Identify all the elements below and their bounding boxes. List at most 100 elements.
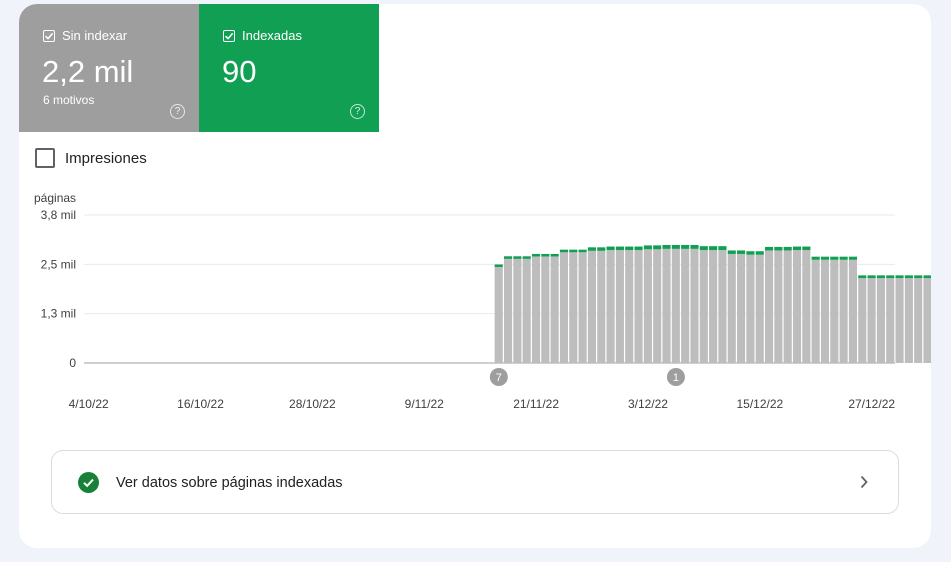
bar-not-indexed bbox=[811, 259, 820, 363]
bar-not-indexed bbox=[597, 250, 606, 363]
bar-indexed bbox=[895, 275, 904, 279]
bar-indexed bbox=[848, 256, 858, 260]
pages-chart: páginas 3,8 mil 2,5 mil 1,3 mil 0 4/10/22 16/1… bbox=[34, 191, 931, 411]
not-indexed-tile[interactable]: Sin indexar 2,2 mil 6 motivos ? bbox=[19, 4, 199, 132]
not-indexed-reasons: 6 motivos bbox=[43, 93, 95, 107]
x-tick-label: 9/11/22 bbox=[405, 397, 444, 411]
bar-indexed bbox=[839, 256, 848, 260]
bar-not-indexed bbox=[876, 278, 885, 363]
indexed-tile[interactable]: Indexadas 90 ? bbox=[199, 4, 379, 132]
indexed-header[interactable]: Indexadas bbox=[223, 28, 302, 43]
bar-indexed bbox=[690, 244, 699, 249]
bar-not-indexed bbox=[895, 278, 904, 363]
not-indexed-label: Sin indexar bbox=[62, 28, 128, 43]
bar-indexed bbox=[494, 264, 503, 267]
bar-not-indexed bbox=[550, 255, 559, 363]
check-circle-icon bbox=[78, 472, 99, 493]
bar-indexed bbox=[587, 247, 597, 251]
bar-indexed bbox=[550, 253, 559, 257]
bar-indexed bbox=[904, 275, 913, 279]
bar-indexed bbox=[802, 246, 811, 251]
view-indexed-pages-label: Ver datos sobre páginas indexadas bbox=[116, 475, 343, 491]
bar-not-indexed bbox=[653, 249, 662, 363]
bar-indexed bbox=[513, 256, 522, 259]
checkbox-unchecked-icon[interactable] bbox=[35, 148, 55, 168]
bar-not-indexed bbox=[625, 250, 634, 363]
bar-not-indexed bbox=[774, 250, 783, 363]
bar-indexed bbox=[718, 246, 727, 251]
bar-not-indexed bbox=[718, 250, 727, 363]
bar-not-indexed bbox=[746, 254, 755, 363]
help-icon[interactable]: ? bbox=[170, 104, 185, 119]
bar-indexed bbox=[923, 275, 931, 279]
bar-not-indexed bbox=[858, 278, 867, 363]
bar-indexed bbox=[886, 275, 895, 279]
checkbox-checked-icon[interactable] bbox=[43, 29, 55, 42]
bar-not-indexed bbox=[783, 250, 792, 363]
y-tick-label: 3,8 mil bbox=[41, 208, 76, 222]
bar-not-indexed bbox=[755, 254, 764, 363]
index-coverage-card: Sin indexar 2,2 mil 6 motivos ? Indexada… bbox=[19, 4, 931, 548]
view-indexed-pages-link[interactable]: Ver datos sobre páginas indexadas bbox=[51, 450, 899, 514]
bar-indexed bbox=[914, 275, 923, 279]
bar-indexed bbox=[820, 256, 830, 260]
bar-not-indexed bbox=[531, 255, 541, 363]
y-tick-label: 2,5 mil bbox=[41, 257, 76, 271]
not-indexed-header[interactable]: Sin indexar bbox=[43, 28, 127, 43]
bar-indexed bbox=[867, 275, 876, 279]
x-tick-label: 16/10/22 bbox=[177, 397, 224, 411]
indexed-value: 90 bbox=[222, 54, 257, 89]
bar-not-indexed bbox=[830, 259, 839, 363]
bar-not-indexed bbox=[764, 250, 774, 363]
bar-indexed bbox=[578, 249, 587, 253]
impressions-toggle[interactable]: Impresiones bbox=[35, 148, 147, 168]
bar-not-indexed bbox=[737, 253, 746, 363]
bar-not-indexed bbox=[615, 250, 624, 363]
x-tick-label: 15/12/22 bbox=[736, 397, 783, 411]
bar-indexed bbox=[625, 246, 634, 251]
x-tick-label: 27/12/22 bbox=[848, 397, 895, 411]
bar-indexed bbox=[746, 251, 755, 255]
bar-not-indexed bbox=[923, 278, 931, 363]
bar-not-indexed bbox=[690, 248, 699, 363]
bar-not-indexed bbox=[587, 250, 597, 363]
bar-not-indexed bbox=[634, 250, 643, 363]
help-icon[interactable]: ? bbox=[350, 104, 365, 119]
bar-not-indexed bbox=[904, 278, 913, 363]
bar-indexed bbox=[615, 246, 624, 251]
x-tick-label: 3/12/22 bbox=[628, 397, 668, 411]
bar-indexed bbox=[727, 250, 736, 254]
bar-not-indexed bbox=[886, 278, 895, 363]
bar-indexed bbox=[681, 244, 690, 249]
bar-not-indexed bbox=[839, 259, 848, 363]
bar-not-indexed bbox=[578, 251, 587, 363]
chevron-right-icon[interactable] bbox=[858, 473, 870, 496]
checkbox-checked-icon[interactable] bbox=[223, 29, 235, 42]
bar-indexed bbox=[755, 251, 764, 255]
bar-not-indexed bbox=[541, 255, 550, 363]
bar-indexed bbox=[737, 250, 746, 254]
bar-indexed bbox=[597, 247, 606, 251]
bar-indexed bbox=[783, 246, 792, 251]
bar-indexed bbox=[541, 253, 550, 257]
y-axis-label: páginas bbox=[34, 191, 76, 205]
bar-indexed bbox=[811, 256, 820, 260]
bar-not-indexed bbox=[802, 250, 811, 363]
bar-indexed bbox=[653, 245, 662, 250]
bar-indexed bbox=[503, 256, 513, 259]
x-tick-label: 28/10/22 bbox=[289, 397, 336, 411]
indexed-label: Indexadas bbox=[242, 28, 302, 43]
bar-not-indexed bbox=[662, 248, 671, 363]
bar-not-indexed bbox=[569, 251, 578, 363]
bar-indexed bbox=[522, 256, 531, 259]
bar-indexed bbox=[830, 256, 839, 260]
bar-indexed bbox=[569, 249, 578, 253]
bar-indexed bbox=[531, 253, 541, 257]
bar-not-indexed bbox=[699, 250, 708, 363]
y-tick-label: 1,3 mil bbox=[41, 307, 76, 321]
bar-not-indexed bbox=[681, 248, 690, 363]
bar-indexed bbox=[671, 244, 680, 249]
x-tick-label: 4/10/22 bbox=[69, 397, 109, 411]
annotation-label: 7 bbox=[496, 372, 502, 384]
x-tick-label: 21/11/22 bbox=[513, 397, 559, 411]
